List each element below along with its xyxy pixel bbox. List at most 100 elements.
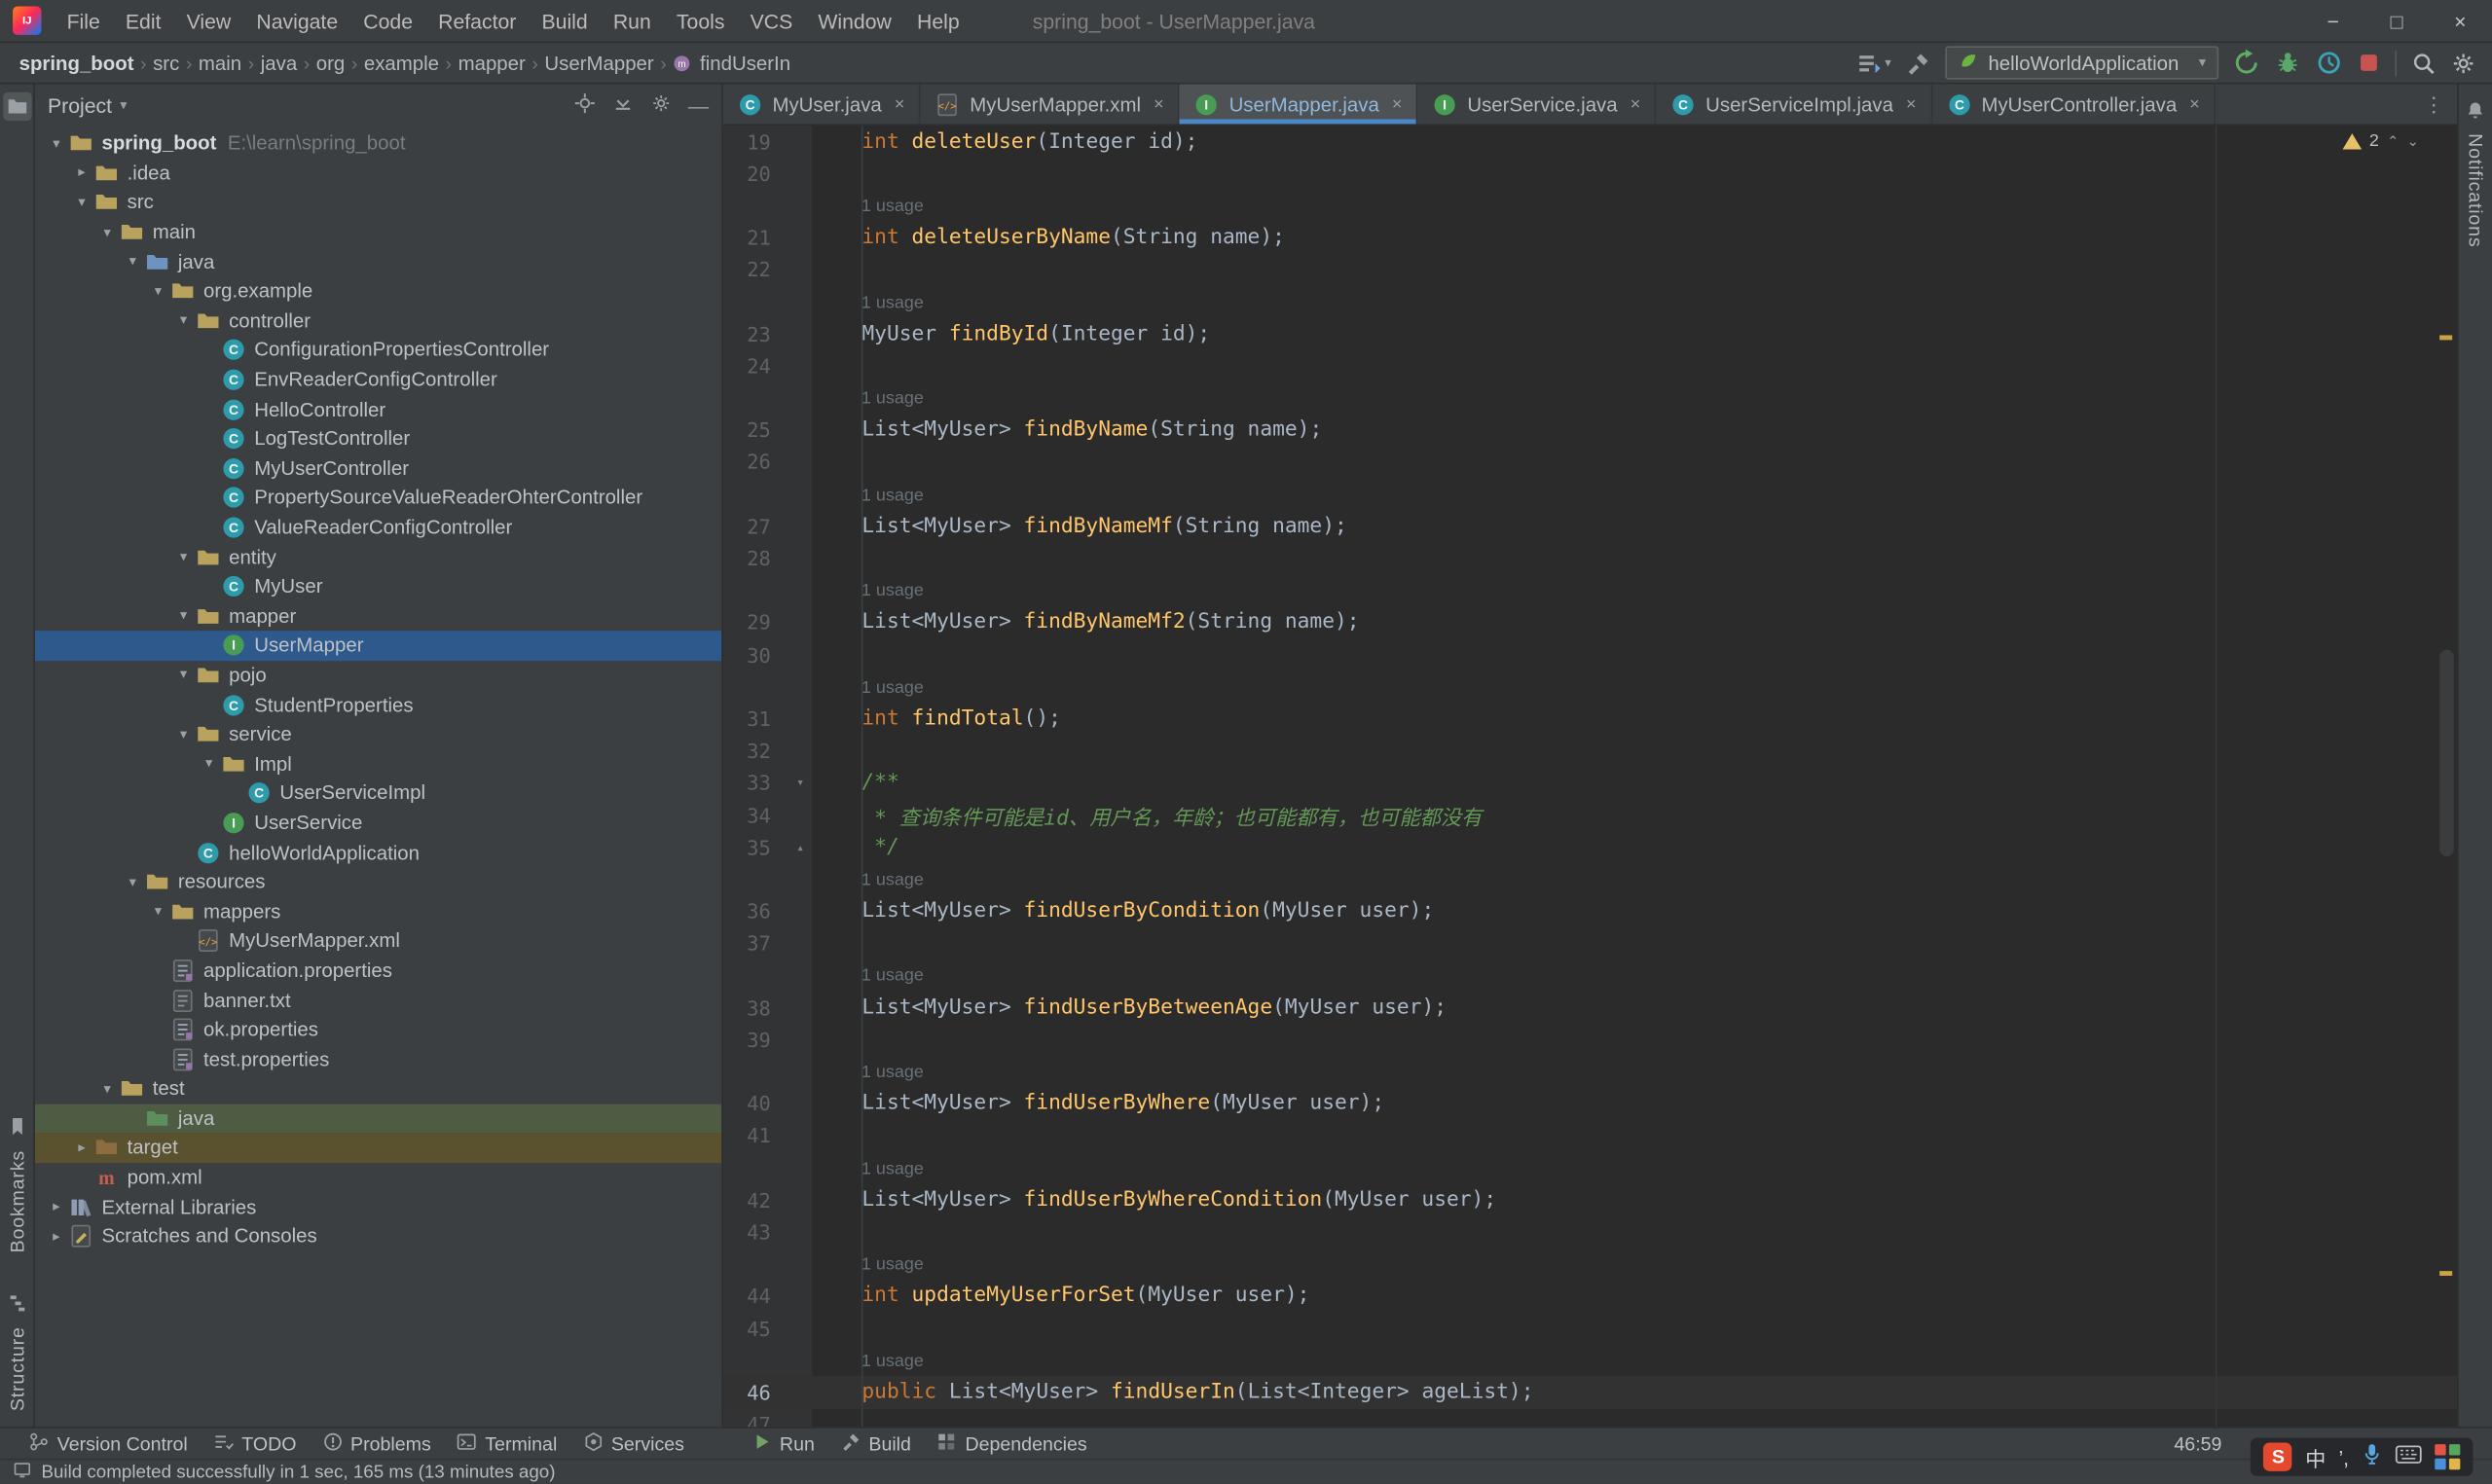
tool-window-button-build[interactable]: Build <box>827 1429 924 1459</box>
tree-item-external-libraries[interactable]: ▸ External Libraries <box>35 1192 721 1221</box>
breadcrumb-item-mapper[interactable]: mapper <box>455 52 529 74</box>
tab-options-icon[interactable]: ⋮ <box>2411 85 2457 125</box>
code-line-46[interactable]: 46 public List<MyUser> findUserIn(List<I… <box>722 1376 2458 1409</box>
code-line-47[interactable]: 47 <box>722 1408 2457 1428</box>
select-opened-file-icon[interactable] <box>573 91 596 119</box>
code-line-42[interactable]: 42 List<MyUser> findUserByWhereCondition… <box>722 1183 2457 1216</box>
menu-navigate[interactable]: Navigate <box>243 0 350 42</box>
tree-item-logtestcontroller[interactable]: C LogTestController <box>35 424 721 453</box>
code-line-43[interactable]: 43 <box>722 1215 2457 1249</box>
usage-hint-label[interactable]: 1 usage <box>812 1352 924 1371</box>
code-line-41[interactable]: 41 <box>722 1119 2457 1152</box>
tree-item-entity[interactable]: ▾ entity <box>35 542 721 571</box>
usage-hint[interactable]: 1 usage <box>812 483 2457 506</box>
sogou-ime-icon[interactable]: S <box>2263 1442 2293 1471</box>
code-line-21[interactable]: 21 int deleteUserByName(String name); <box>722 221 2457 254</box>
tree-chevron-icon[interactable]: ▾ <box>95 224 119 241</box>
code-line-37[interactable]: 37 <box>722 926 2457 959</box>
panel-settings-gear-icon[interactable] <box>650 91 673 119</box>
notifications-bell-icon[interactable] <box>2461 95 2489 124</box>
gutter-line-number[interactable]: 39 <box>722 1023 813 1056</box>
usage-hint[interactable]: 1 usage <box>812 579 2457 602</box>
tab-close-icon[interactable]: × <box>1392 94 1403 114</box>
usage-hint[interactable]: 1 usage <box>812 675 2457 699</box>
gutter-line-number[interactable] <box>722 959 813 992</box>
gutter-line-number[interactable] <box>722 1151 813 1184</box>
tab-userserviceimpl-java[interactable]: C UserServiceImpl.java × <box>1657 84 1932 125</box>
gutter-line-number[interactable]: 27 <box>722 510 813 543</box>
tree-chevron-icon[interactable]: ▾ <box>171 607 195 625</box>
gutter-line-number[interactable]: 47 <box>722 1408 813 1428</box>
tree-chevron-icon[interactable]: ▸ <box>70 164 93 182</box>
project-view-selector[interactable]: Project <box>48 93 112 117</box>
code-line-24[interactable]: 24 <box>722 349 2457 382</box>
tab-myusercontroller-java[interactable]: C MyUserController.java × <box>1932 84 2217 125</box>
usage-hint-row[interactable]: 1 usage <box>722 1151 2457 1184</box>
tree-item-pom-xml[interactable]: m pom.xml <box>35 1163 721 1192</box>
code-line-33[interactable]: 33 ▾ /** <box>722 767 2457 800</box>
caret-position[interactable]: 46:59 <box>2174 1432 2221 1455</box>
code-line-40[interactable]: 40 List<MyUser> findUserByWhere(MyUser u… <box>722 1087 2457 1120</box>
usage-hint[interactable]: 1 usage <box>812 963 2457 987</box>
usage-hint-row[interactable]: 1 usage <box>722 959 2457 992</box>
close-button[interactable]: × <box>2429 0 2492 42</box>
tree-item-envreaderconfigcontroller[interactable]: C EnvReaderConfigController <box>35 365 721 394</box>
tab-myuser-java[interactable]: C MyUser.java × <box>723 84 921 125</box>
code-line-31[interactable]: 31 int findTotal(); <box>722 703 2457 736</box>
tab-close-icon[interactable]: × <box>1154 94 1164 114</box>
maximize-button[interactable]: □ <box>2364 0 2428 42</box>
tree-chevron-icon[interactable]: ▸ <box>45 1198 68 1215</box>
profiler-icon[interactable] <box>2316 50 2343 77</box>
tree-chevron-icon[interactable]: ▾ <box>121 873 144 890</box>
tree-item-mappers[interactable]: ▾ mappers <box>35 897 721 926</box>
breadcrumb-item-java[interactable]: java <box>257 52 300 74</box>
usage-hint-row[interactable]: 1 usage <box>722 1248 2457 1281</box>
usage-hint[interactable]: 1 usage <box>812 1156 2457 1179</box>
project-tool-button[interactable] <box>2 91 31 122</box>
usage-hint-label[interactable]: 1 usage <box>812 1063 924 1082</box>
gutter-line-number[interactable]: 22 <box>722 253 813 286</box>
usage-hint-row[interactable]: 1 usage <box>722 189 2457 222</box>
gutter-line-number[interactable]: 24 <box>722 349 813 382</box>
warning-stripe-mark[interactable] <box>2439 1271 2453 1277</box>
gutter-line-number[interactable]: 45 <box>722 1312 813 1345</box>
breadcrumb-item-finduserin[interactable]: findUserIn <box>697 52 794 74</box>
tree-item-banner-txt[interactable]: banner.txt <box>35 986 721 1015</box>
gutter-line-number[interactable]: 46 <box>722 1376 813 1409</box>
gutter-line-number[interactable]: 34 <box>722 799 813 832</box>
usage-hint-label[interactable]: 1 usage <box>812 389 924 409</box>
usage-hint-row[interactable]: 1 usage <box>722 1344 2457 1377</box>
warning-stripe-mark[interactable] <box>2439 335 2453 341</box>
structure-icon[interactable] <box>2 1288 30 1317</box>
code-line-34[interactable]: 34 * 查询条件可能是id、用户名，年龄；也可能都有，也可能都没有 <box>722 799 2457 832</box>
settings-gear-icon[interactable] <box>2451 50 2476 75</box>
run-configuration-select[interactable]: helloWorldApplication ▾ <box>1945 46 2219 80</box>
tool-window-button-terminal[interactable]: Terminal <box>444 1429 570 1459</box>
tree-item-myuser[interactable]: C MyUser <box>35 572 721 601</box>
tree-chevron-icon[interactable]: ▾ <box>70 194 93 211</box>
gutter-line-number[interactable]: 25 <box>722 414 813 447</box>
code-line-19[interactable]: 19 int deleteUser(Integer id); <box>722 125 2457 158</box>
tab-close-icon[interactable]: × <box>2189 94 2200 114</box>
code-line-30[interactable]: 30 <box>722 638 2457 671</box>
tab-close-icon[interactable]: × <box>1906 94 1917 114</box>
tree-chevron-icon[interactable]: ▸ <box>70 1140 93 1157</box>
menu-help[interactable]: Help <box>904 0 972 42</box>
usage-hint[interactable]: 1 usage <box>812 1349 2457 1372</box>
menu-build[interactable]: Build <box>529 0 600 42</box>
stop-icon[interactable] <box>2357 51 2380 74</box>
usage-hint-label[interactable]: 1 usage <box>812 1255 924 1275</box>
breadcrumb-item-usermapper[interactable]: UserMapper <box>541 52 657 74</box>
punctuation-mode-icon[interactable]: ’, <box>2338 1445 2349 1468</box>
tree-chevron-icon[interactable]: ▾ <box>95 1080 119 1098</box>
gutter-line-number[interactable]: 35 ▴ <box>722 831 813 864</box>
tool-window-button-services[interactable]: Services <box>569 1429 697 1459</box>
menu-vcs[interactable]: VCS <box>738 0 806 42</box>
gutter-line-number[interactable] <box>722 863 813 895</box>
tool-window-button-run[interactable]: Run <box>738 1429 826 1459</box>
code-editor[interactable]: 19 int deleteUser(Integer id); 20 1 usage 2… <box>722 125 2458 1428</box>
status-message[interactable]: Build completed successfully in 1 sec, 1… <box>41 1463 555 1482</box>
tree-item-java[interactable]: java <box>34 1104 722 1134</box>
breadcrumb-item-src[interactable]: src <box>150 52 183 74</box>
tree-chevron-icon[interactable]: ▸ <box>45 1228 68 1246</box>
